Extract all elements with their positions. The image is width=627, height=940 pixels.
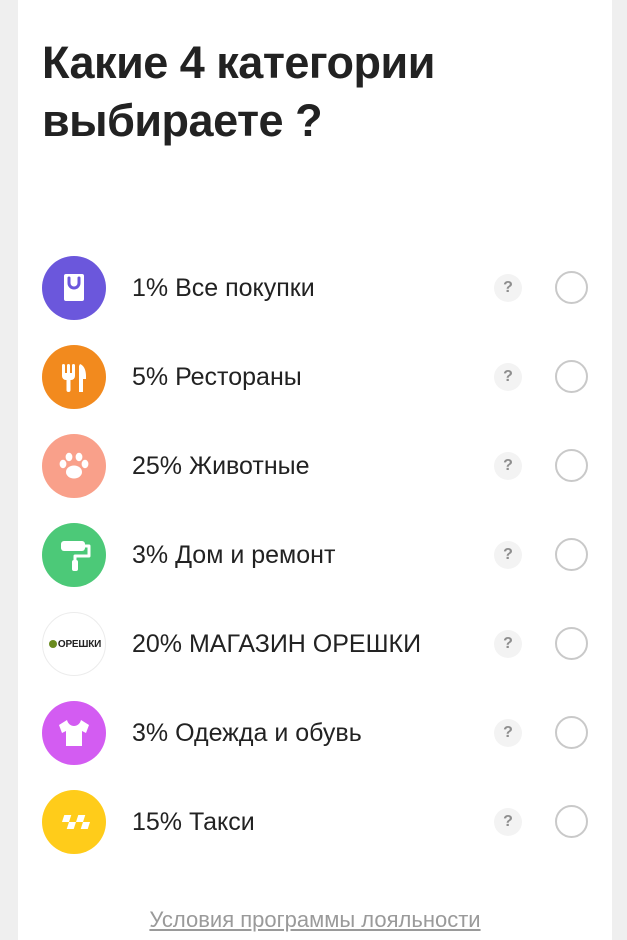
brand-name: ОРЕШКИ	[57, 639, 102, 650]
category-radio[interactable]	[555, 627, 588, 660]
tshirt-icon	[42, 701, 106, 765]
page-title: Какие 4 категории выбираете ?	[42, 37, 435, 146]
shopping-bag-icon	[42, 256, 106, 320]
category-row-restaurants[interactable]: 5% Рестораны ?	[18, 333, 612, 422]
category-row-pets[interactable]: 25% Животные ?	[18, 422, 612, 511]
category-label: 3% Одежда и обувь	[132, 719, 362, 747]
category-label: 25% Животные	[132, 452, 310, 480]
category-radio[interactable]	[555, 360, 588, 393]
category-row-taxi[interactable]: 15% Такси ?	[18, 778, 612, 867]
category-radio[interactable]	[555, 271, 588, 304]
fork-knife-icon	[42, 345, 106, 409]
paint-roller-icon	[42, 523, 106, 587]
help-icon[interactable]: ?	[494, 719, 522, 747]
category-label: 1% Все покупки	[132, 274, 315, 302]
category-selection-card: Какие 4 категории выбираете ? 1% Все пок…	[18, 0, 612, 940]
paw-icon	[42, 434, 106, 498]
category-row-all-purchases[interactable]: 1% Все покупки ?	[18, 244, 612, 333]
taxi-checker-icon	[42, 790, 106, 854]
category-label: 5% Рестораны	[132, 363, 302, 391]
category-label: 3% Дом и ремонт	[132, 541, 336, 569]
nut-icon	[48, 640, 57, 648]
category-row-oreshki-store[interactable]: ОРЕШКИ 20% МАГАЗИН ОРЕШКИ ?	[18, 600, 612, 689]
category-row-clothes-shoes[interactable]: 3% Одежда и обувь ?	[18, 689, 612, 778]
category-radio[interactable]	[555, 449, 588, 482]
help-icon[interactable]: ?	[494, 808, 522, 836]
help-icon[interactable]: ?	[494, 363, 522, 391]
loyalty-terms-link[interactable]: Условия программы лояльности	[18, 906, 612, 934]
category-radio[interactable]	[555, 716, 588, 749]
help-icon[interactable]: ?	[494, 452, 522, 480]
category-row-home-repair[interactable]: 3% Дом и ремонт ?	[18, 511, 612, 600]
oreshki-logo: ОРЕШКИ	[42, 612, 106, 676]
category-label: 20% МАГАЗИН ОРЕШКИ	[132, 630, 422, 658]
help-icon[interactable]: ?	[494, 541, 522, 569]
category-radio[interactable]	[555, 538, 588, 571]
category-radio[interactable]	[555, 805, 588, 838]
category-label: 15% Такси	[132, 808, 255, 836]
help-icon[interactable]: ?	[494, 630, 522, 658]
help-icon[interactable]: ?	[494, 274, 522, 302]
